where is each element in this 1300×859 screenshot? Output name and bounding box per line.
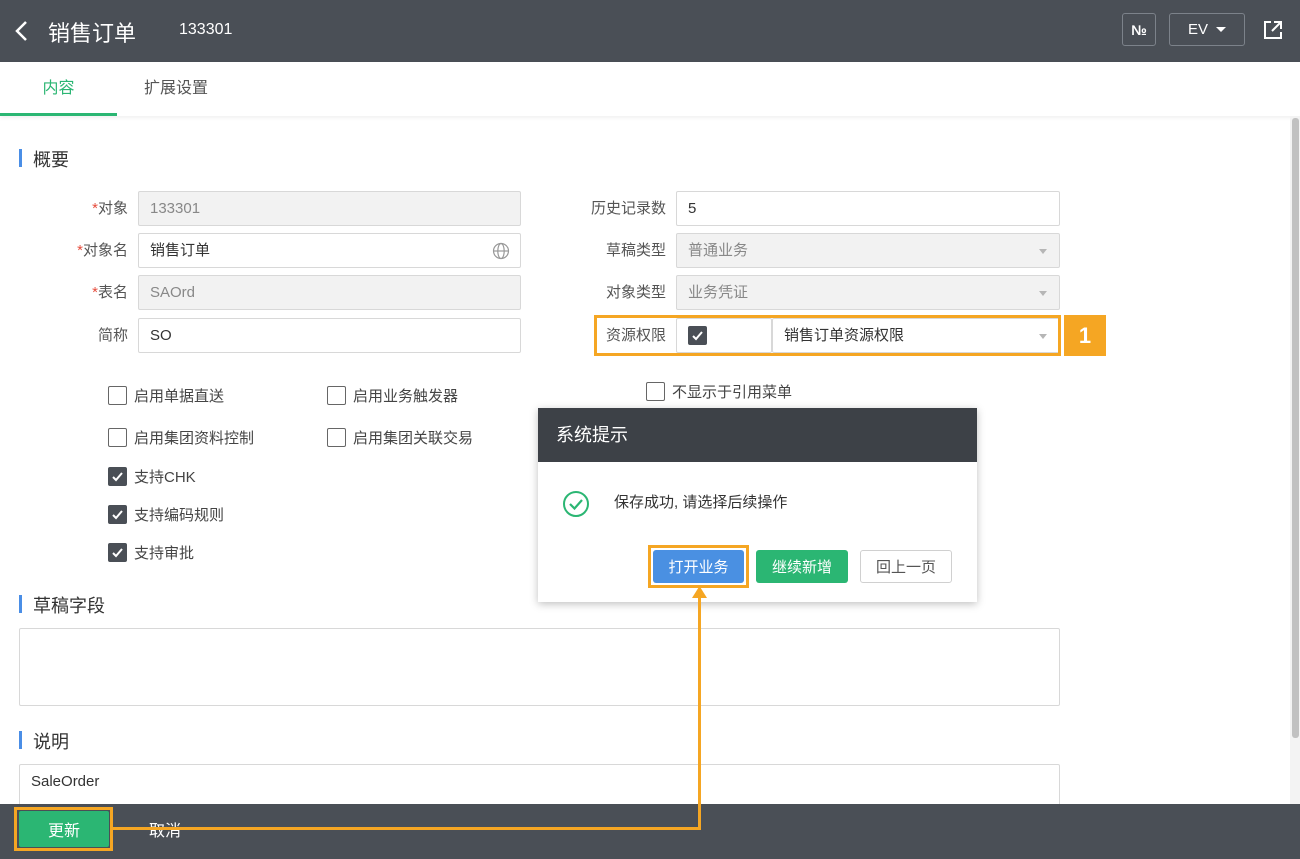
language-dropdown[interactable]: EV [1169,13,1245,46]
checkbox-business-trigger[interactable]: 启用业务触发器 [327,385,458,406]
external-link-icon[interactable] [1262,19,1284,41]
checkbox-box[interactable] [108,543,127,562]
table-name-field: SAOrd [138,275,521,310]
checkbox-box[interactable] [108,428,127,447]
checkbox-group-data-control[interactable]: 启用集团资料控制 [108,427,254,448]
checkbox-label: 支持编码规则 [134,507,225,524]
checkbox-label: 不显示于引用菜单 [672,384,793,401]
check-icon [692,331,703,341]
checkbox-box[interactable] [327,428,346,447]
globe-icon[interactable] [492,242,510,260]
tab-extended-settings[interactable]: 扩展设置 [128,62,224,116]
resource-permission-label: 资源权限 [605,327,666,344]
table-name-label: *表名 [92,284,128,301]
check-icon [112,510,123,520]
update-button[interactable]: 更新 [19,811,109,847]
checkbox-label: 启用业务触发器 [353,388,459,405]
draft-fields-area[interactable] [19,628,1060,706]
open-business-button[interactable]: 打开业务 [653,550,744,583]
tab-bar: 内容 扩展设置 [0,62,1300,116]
checkbox-box[interactable] [327,386,346,405]
page-title: 销售订单 [48,21,137,46]
checkbox-label: 支持CHK [134,469,196,486]
checkbox-box[interactable] [108,505,127,524]
object-type-select: 业务凭证 [676,275,1060,310]
caret-down-icon [1039,291,1047,296]
checkbox-label: 启用集团资料控制 [134,430,255,447]
tab-content[interactable]: 内容 [0,62,117,116]
checkbox-support-approval[interactable]: 支持审批 [108,542,194,563]
history-count-field[interactable]: 5 [676,191,1060,226]
section-title-overview: 概要 [19,146,69,172]
object-type-value: 业务凭证 [688,284,749,301]
dialog-message: 保存成功, 请选择后续操作 [614,494,788,511]
caret-down-icon [1039,334,1047,339]
object-label: *对象 [92,200,128,217]
number-button[interactable]: № [1122,13,1156,46]
dialog-title: 系统提示 [538,408,977,462]
short-name-field[interactable]: SO [138,318,521,353]
scrollbar-thumb[interactable] [1292,118,1299,738]
success-check-icon [563,491,589,517]
section-title-draft-fields: 草稿字段 [19,592,105,618]
object-code: 133301 [179,21,233,38]
number-button-label: № [1131,21,1147,38]
checkbox-label: 启用集团关联交易 [353,430,474,447]
app-header: 销售订单 133301 № EV [0,0,1300,62]
checkbox-label: 启用单据直送 [134,388,225,405]
checkbox-hide-reference-menu[interactable]: 不显示于引用菜单 [646,381,792,402]
resource-permission-toggle[interactable] [676,318,772,353]
section-title-description: 说明 [19,728,69,754]
history-count-label: 历史记录数 [590,200,666,217]
checkbox-direct-send[interactable]: 启用单据直送 [108,385,224,406]
continue-new-button[interactable]: 继续新增 [756,550,848,583]
draft-type-select: 普通业务 [676,233,1060,268]
checkbox-box[interactable] [646,382,665,401]
resource-permission-select[interactable]: 销售订单资源权限 [772,318,1060,353]
annotation-badge: 1 [1064,315,1106,356]
language-label: EV [1187,21,1208,38]
back-arrow-icon[interactable] [12,20,32,42]
checkbox-support-code-rules[interactable]: 支持编码规则 [108,504,224,525]
check-icon [112,548,123,558]
caret-down-icon [1216,27,1226,32]
caret-down-icon [1039,249,1047,254]
short-name-label: 简称 [97,327,128,344]
checkbox-box[interactable] [108,386,127,405]
checkbox-group-related-transactions[interactable]: 启用集团关联交易 [327,427,473,448]
connector-line-vertical [698,596,701,830]
object-name-label: *对象名 [77,242,128,259]
back-previous-button[interactable]: 回上一页 [860,550,952,583]
object-name-value: 销售订单 [150,242,211,259]
resource-permission-value: 销售订单资源权限 [784,327,905,344]
check-icon [112,472,123,482]
checkbox-support-chk[interactable]: 支持CHK [108,466,196,487]
checkbox-label: 支持审批 [134,545,195,562]
arrow-up-icon [692,586,707,598]
object-type-label: 对象类型 [605,284,666,301]
draft-type-label: 草稿类型 [605,242,666,259]
system-prompt-dialog: 系统提示 保存成功, 请选择后续操作 打开业务 继续新增 回上一页 [538,408,977,602]
object-name-field[interactable]: 销售订单 [138,233,521,268]
footer-bar [0,804,1300,859]
resource-permission-checkbox[interactable] [688,326,707,345]
connector-line-horizontal [113,827,701,830]
object-field: 133301 [138,191,521,226]
draft-type-value: 普通业务 [688,242,749,259]
checkbox-box[interactable] [108,467,127,486]
